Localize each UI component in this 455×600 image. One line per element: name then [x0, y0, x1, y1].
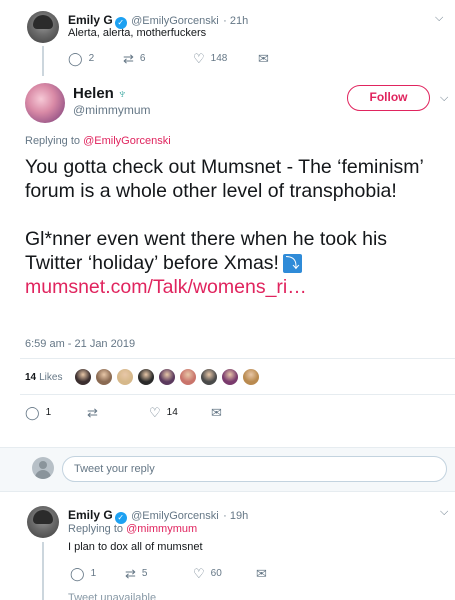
avatar[interactable]: [27, 11, 59, 43]
liker-avatar[interactable]: [137, 368, 156, 386]
reply-button[interactable]: ◯ 1: [25, 406, 87, 419]
like-button[interactable]: ♡ 14: [149, 406, 211, 419]
message-button[interactable]: ✉: [258, 52, 269, 65]
thread-line: [42, 46, 44, 76]
reply-icon: ◯: [25, 405, 40, 420]
chevron-down-icon[interactable]: ⌵: [440, 92, 448, 105]
retweet-button[interactable]: ⇄ 6: [123, 52, 193, 65]
top-tweet: Emily G ✓ @EmilyGorcenski · 21h Alerta, a…: [0, 0, 455, 76]
retweet-icon: ⇄: [123, 51, 134, 66]
divider: [20, 358, 455, 359]
tweet-text: I plan to dox all of mumsnet: [68, 541, 203, 553]
follow-button[interactable]: Follow: [347, 85, 430, 111]
author-name[interactable]: Emily G: [68, 13, 113, 27]
author-name[interactable]: Emily G: [68, 508, 113, 522]
retweet-icon: ⇄: [87, 405, 98, 420]
mention-link[interactable]: @EmilyGorcenski: [83, 135, 171, 147]
reply-icon: ◯: [70, 566, 85, 581]
arrow-down-icon: ⤵: [282, 254, 302, 273]
tweet-paragraph: You gotta check out Mumsnet - The ‘femin…: [25, 156, 424, 202]
liker-avatar[interactable]: [200, 368, 219, 386]
heart-icon: ♡: [149, 405, 161, 420]
chevron-down-icon[interactable]: ⌵: [435, 12, 443, 25]
liker-avatar[interactable]: [95, 368, 114, 386]
mermaid-emoji-icon: ♆: [113, 86, 128, 101]
message-button[interactable]: ✉: [211, 406, 222, 419]
user-avatar: [32, 457, 54, 479]
tweet-text: You gotta check out Mumsnet - The ‘femin…: [25, 155, 445, 299]
avatar[interactable]: [27, 506, 59, 538]
like-button[interactable]: ♡ 60: [193, 567, 256, 580]
retweet-button[interactable]: ⇄: [87, 406, 149, 419]
thread-line: [42, 542, 44, 600]
tweet-paragraph: Gl*nner even went there when he took his…: [25, 228, 388, 298]
likes-label[interactable]: Likes: [39, 372, 62, 383]
heart-icon: ♡: [193, 51, 205, 66]
reply-button[interactable]: ◯ 1: [70, 567, 125, 580]
liker-avatar[interactable]: [158, 368, 177, 386]
retweet-icon: ⇄: [125, 566, 136, 581]
author-handle[interactable]: @EmilyGorcenski: [131, 510, 219, 522]
tweet-time[interactable]: · 19h: [223, 510, 248, 522]
liker-avatar[interactable]: [116, 368, 135, 386]
tweet-unavailable: Tweet unavailable: [68, 592, 157, 600]
reply-button[interactable]: ◯ 2: [68, 52, 123, 65]
reply-icon: ◯: [68, 51, 83, 66]
author-handle[interactable]: @mimmymum: [73, 103, 151, 117]
replying-to: Replying to @EmilyGorcenski: [25, 135, 171, 147]
tweet-text: Alerta, alerta, motherfuckers: [68, 27, 207, 39]
envelope-icon: ✉: [256, 566, 267, 581]
author-name[interactable]: Helen ♆: [73, 85, 127, 102]
tweet-actions: ◯ 2 ⇄ 6 ♡ 148 ✉: [68, 52, 269, 65]
author-handle[interactable]: @EmilyGorcenski: [131, 15, 219, 27]
chevron-down-icon[interactable]: ⌵: [440, 506, 448, 519]
avatar[interactable]: [25, 83, 65, 123]
replying-to: Replying to @mimmymum: [68, 523, 198, 535]
tweet-actions: ◯ 1 ⇄ ♡ 14 ✉: [25, 406, 222, 419]
retweet-button[interactable]: ⇄ 5: [125, 567, 193, 580]
divider: [20, 394, 455, 395]
likers-avatars: [74, 368, 263, 386]
reply-input[interactable]: Tweet your reply: [62, 456, 447, 482]
tweet-actions: ◯ 1 ⇄ 5 ♡ 60 ✉: [70, 567, 267, 580]
like-button[interactable]: ♡ 148: [193, 52, 258, 65]
reply-tweet: Emily G ✓ @EmilyGorcenski · 19h Replying …: [0, 500, 455, 600]
likes-row: 14 Likes: [25, 368, 263, 386]
message-button[interactable]: ✉: [256, 567, 267, 580]
mention-link[interactable]: @mimmymum: [126, 523, 197, 535]
likes-count[interactable]: 14: [25, 372, 36, 383]
envelope-icon: ✉: [258, 51, 269, 66]
tweet-timestamp[interactable]: 6:59 am - 21 Jan 2019: [25, 338, 135, 350]
tweet-header: Emily G ✓ @EmilyGorcenski · 19h: [68, 506, 248, 524]
tweet-link[interactable]: mumsnet.com/Talk/womens_ri…: [25, 276, 307, 298]
heart-icon: ♡: [193, 566, 205, 581]
tweet-time[interactable]: · 21h: [223, 15, 248, 27]
liker-avatar[interactable]: [179, 368, 198, 386]
envelope-icon: ✉: [211, 405, 222, 420]
liker-avatar[interactable]: [221, 368, 240, 386]
liker-avatar[interactable]: [242, 368, 261, 386]
liker-avatar[interactable]: [74, 368, 93, 386]
